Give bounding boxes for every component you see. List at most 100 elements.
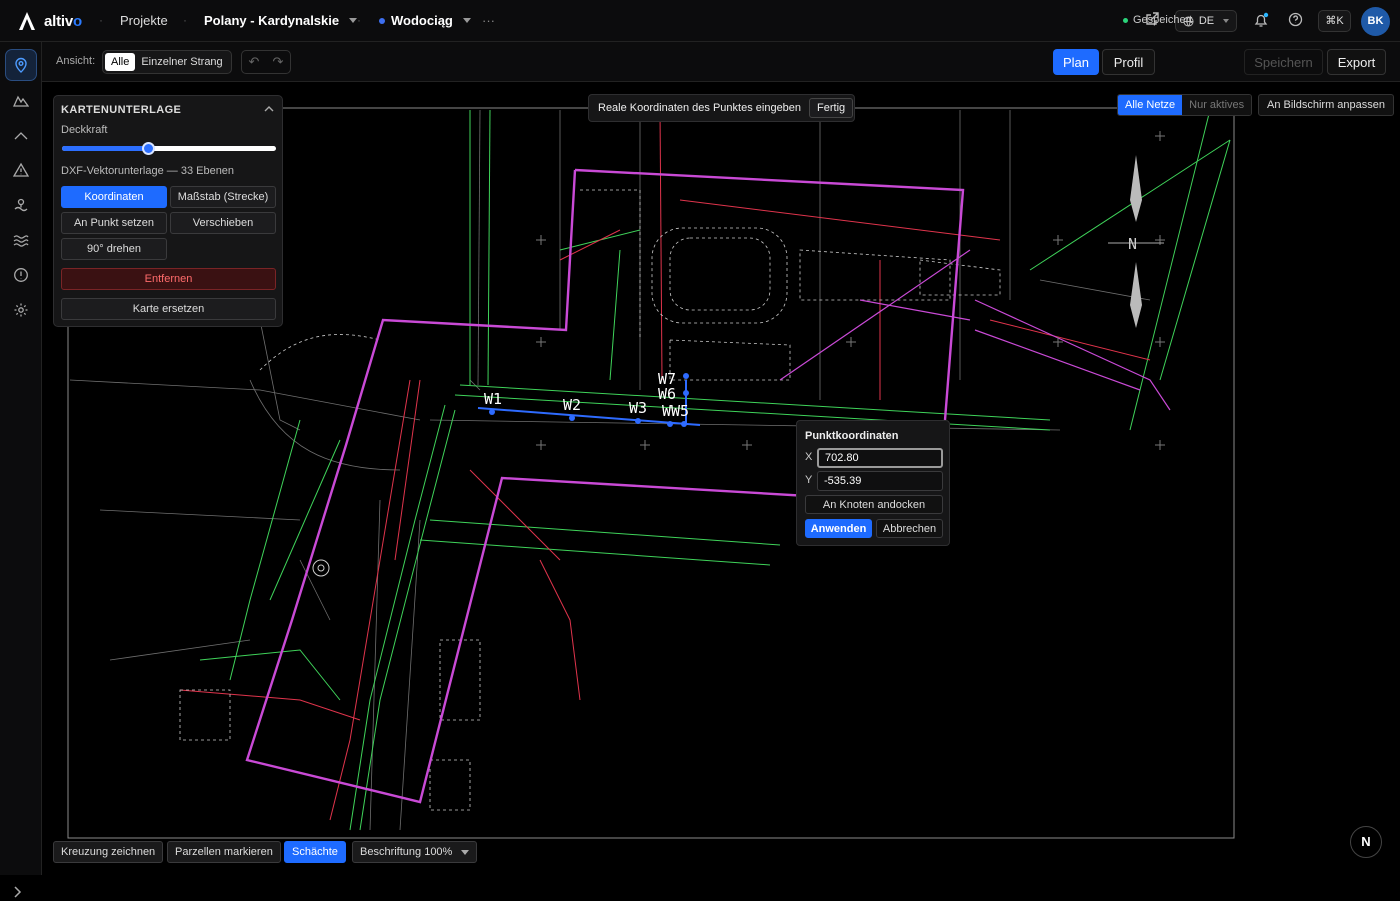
- map-feature: [317, 564, 325, 572]
- all-networks-option[interactable]: Alle Netze: [1118, 95, 1183, 115]
- node-labels: W1 W2 W3 W7 W6 WW5: [484, 370, 689, 420]
- sidebar-item-terrain[interactable]: [5, 84, 37, 116]
- fit-to-screen-button[interactable]: An Bildschirm anpassen: [1258, 94, 1395, 116]
- rotate-button[interactable]: 90° drehen: [61, 238, 167, 260]
- sidebar-item-map[interactable]: [5, 49, 37, 81]
- chevron-down-icon: [462, 18, 471, 23]
- gear-icon: [14, 303, 28, 317]
- node-label[interactable]: W6: [658, 385, 676, 403]
- sidebar-item-info[interactable]: [5, 259, 37, 291]
- north-label: N: [1128, 235, 1137, 253]
- node-label[interactable]: W3: [629, 399, 647, 417]
- done-button[interactable]: Fertig: [809, 98, 854, 118]
- y-label: Y: [805, 474, 813, 486]
- opacity-slider-fill: [62, 146, 148, 151]
- alert-circle-icon: [14, 268, 28, 282]
- scale-button[interactable]: Maßstab (Strecke): [170, 186, 276, 208]
- logo-icon: [19, 12, 35, 30]
- export-button[interactable]: Export: [1327, 49, 1386, 75]
- project-selector[interactable]: Polany - Kardynalskie: [204, 13, 358, 28]
- app-logo[interactable]: altivo: [18, 11, 82, 31]
- save-button[interactable]: Speichern: [1244, 49, 1323, 75]
- apply-button[interactable]: Anwenden: [805, 519, 872, 538]
- green-layer: [199, 109, 1231, 831]
- parcel-thin-lines: [779, 249, 1171, 411]
- expand-sidebar-icon[interactable]: [12, 885, 22, 901]
- separator: ·: [99, 13, 103, 27]
- profile-curve-icon: [14, 132, 28, 140]
- sidebar-item-profile[interactable]: [5, 119, 37, 151]
- view-mode-toggle: Alle Einzelner Strang: [102, 50, 232, 74]
- set-at-point-button[interactable]: An Punkt setzen: [61, 212, 167, 234]
- separator: ·: [357, 13, 361, 27]
- view-label: Ansicht:: [56, 55, 96, 67]
- remove-button[interactable]: Entfernen: [61, 268, 276, 290]
- map-pin-icon: [15, 57, 27, 73]
- profile-view-button[interactable]: Profil: [1102, 49, 1155, 75]
- node-label[interactable]: W1: [484, 390, 502, 408]
- x-coordinate-input[interactable]: [817, 448, 943, 468]
- view-all-option[interactable]: Alle: [105, 53, 136, 71]
- command-palette-button[interactable]: ⌘K: [1318, 10, 1351, 32]
- hint-text: Reale Koordinaten des Punktes eingeben: [598, 102, 802, 114]
- redo-icon[interactable]: ↷: [273, 54, 284, 70]
- active-only-option[interactable]: Nur aktives: [1182, 95, 1252, 115]
- save-status: Gespeichert: [1123, 14, 1192, 26]
- chevron-up-icon[interactable]: [264, 104, 274, 115]
- base-map-panel: KARTENUNTERLAGE Deckkraft DXF-Vektorunte…: [53, 95, 283, 327]
- sidebar-item-warnings[interactable]: [5, 154, 37, 186]
- sidebar-item-water[interactable]: [5, 224, 37, 256]
- north-arrow-icon: N: [1108, 155, 1164, 328]
- map-feature: [312, 559, 330, 577]
- node-label[interactable]: WW5: [662, 402, 689, 420]
- network-color-dot: [379, 17, 385, 24]
- mark-parcels-button[interactable]: Parzellen markieren: [167, 841, 281, 863]
- projects-link[interactable]: Projekte: [120, 13, 168, 28]
- cancel-button[interactable]: Abbrechen: [876, 519, 943, 538]
- undo-icon[interactable]: ↶: [249, 54, 260, 70]
- labels-size-select[interactable]: Beschriftung 100%: [352, 841, 477, 863]
- point-coordinates-popup: Punktkoordinaten X Y An Knoten andocken …: [796, 420, 950, 546]
- chevron-down-icon: [461, 849, 469, 855]
- network-filter-toggle: Alle Netze Nur aktives: [1117, 94, 1253, 116]
- separator: ·: [183, 13, 187, 27]
- shafts-toggle[interactable]: Schächte: [284, 841, 346, 863]
- view-toolbar: Ansicht: Alle Einzelner Strang ↶ ↷: [42, 42, 1400, 82]
- sidebar: [0, 42, 42, 898]
- more-menu-button[interactable]: ···: [482, 13, 495, 28]
- project-name: Polany - Kardynalskie: [204, 13, 340, 28]
- navigation-badge[interactable]: N: [1350, 826, 1382, 858]
- y-coordinate-input[interactable]: [817, 471, 943, 491]
- terrain-icon: [13, 95, 29, 107]
- app-name: altivo: [44, 12, 82, 30]
- view-single-strand-option[interactable]: Einzelner Strang: [135, 53, 228, 71]
- red-layer: [179, 109, 1151, 821]
- chevron-down-icon: [1223, 19, 1230, 23]
- move-button[interactable]: Verschieben: [170, 212, 276, 234]
- chevron-down-icon: [349, 18, 358, 23]
- coordinate-hint-bar: Reale Koordinaten des Punktes eingeben F…: [588, 94, 855, 122]
- warning-icon: [13, 162, 29, 177]
- undo-redo-group: ↶ ↷: [241, 50, 291, 74]
- popup-title: Punktkoordinaten: [805, 430, 899, 442]
- snap-to-node-button[interactable]: An Knoten andocken: [805, 495, 943, 514]
- opacity-slider-handle[interactable]: [142, 142, 155, 155]
- plan-view-button[interactable]: Plan: [1053, 49, 1099, 75]
- coordinates-button[interactable]: Koordinaten: [61, 186, 167, 208]
- network-selector[interactable]: Wodociąg: [379, 13, 471, 28]
- opacity-label: Deckkraft: [61, 124, 108, 136]
- network-name: Wodociąg: [391, 13, 453, 28]
- sidebar-item-settings[interactable]: [5, 294, 37, 326]
- node-label[interactable]: W2: [563, 396, 581, 414]
- replace-map-button[interactable]: Karte ersetzen: [61, 298, 276, 320]
- notifications-icon[interactable]: [1252, 12, 1270, 30]
- opacity-slider[interactable]: [62, 142, 276, 155]
- language-label: DE: [1198, 15, 1215, 27]
- labels-size-value: Beschriftung 100%: [360, 846, 453, 858]
- help-icon[interactable]: [1286, 12, 1304, 30]
- sidebar-item-pump[interactable]: [5, 189, 37, 221]
- status-dot: [1123, 17, 1128, 23]
- user-avatar[interactable]: BK: [1361, 7, 1390, 36]
- waves-icon: [13, 235, 29, 247]
- draw-crossing-button[interactable]: Kreuzung zeichnen: [53, 841, 164, 863]
